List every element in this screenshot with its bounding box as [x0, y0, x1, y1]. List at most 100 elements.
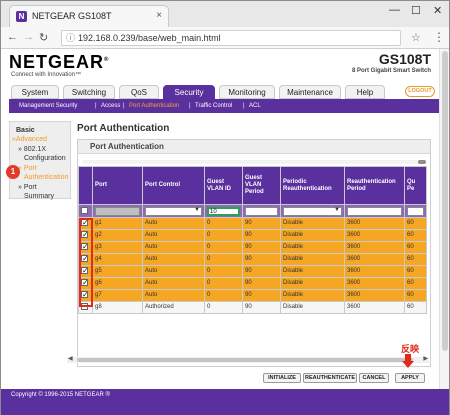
tab-maintenance[interactable]: Maintenance [279, 85, 341, 99]
sidebar-item-port-auth[interactable]: » Port [18, 164, 37, 173]
table-row[interactable]: g7Auto090Disable360060 [78, 289, 427, 302]
filter-guest-vlan-id[interactable]: 10 [204, 204, 243, 218]
tab-monitoring[interactable]: Monitoring [219, 85, 275, 99]
port-control-select[interactable]: ▼ [145, 206, 202, 216]
subnav-traffic-control[interactable]: Traffic Control [195, 103, 232, 109]
logo-tagline: Connect with Innovation™ [11, 72, 82, 78]
reauthenticate-button[interactable]: REAUTHENTICATE [303, 373, 357, 383]
port-auth-table: Port Port Control Guest VLAN ID Guest VL… [78, 166, 427, 314]
periodic-reauth-select[interactable]: ▼ [283, 206, 342, 216]
panel-top-scrollbar[interactable] [82, 160, 426, 164]
minimize-icon[interactable]: — [389, 4, 400, 16]
logout-button[interactable]: LOGOUT [405, 86, 435, 97]
scroll-left-icon[interactable]: ◀ [68, 355, 73, 362]
cancel-button[interactable]: CANCEL [359, 373, 389, 383]
cell-port: g2 [92, 229, 143, 242]
subnav-management-security[interactable]: Management Security [19, 103, 77, 109]
table-row[interactable]: g2Auto090Disable360060 [78, 229, 427, 242]
cell-port: g4 [92, 253, 143, 266]
sidebar-item-port-summary-label[interactable]: Summary [24, 192, 54, 201]
url-field[interactable]: ⓘ 192.168.0.239/base/web_main.html [61, 30, 401, 46]
cell-quiet-period: 60 [404, 265, 427, 278]
sidebar-basic[interactable]: Basic [16, 126, 35, 135]
forward-icon[interactable]: → [23, 31, 34, 43]
page-info-icon[interactable]: ⓘ [66, 31, 75, 45]
subnav-separator: | [95, 103, 97, 109]
tab-security[interactable]: Security [163, 85, 215, 99]
select-all-checkbox[interactable] [81, 207, 88, 215]
netgear-logo: NETGEAR® [9, 52, 109, 73]
tab-switching[interactable]: Switching [63, 85, 115, 99]
subnav-port-authentication[interactable]: Port Authentication [129, 103, 179, 109]
cell-guest-vlan-period: 90 [242, 265, 281, 278]
panel-top-scroll-thumb[interactable] [418, 160, 426, 164]
sidebar-item-port-auth-label[interactable]: Authentication [24, 173, 68, 182]
cell-quiet-period: 60 [404, 217, 427, 230]
cell-periodic-reauth: Disable [280, 241, 345, 254]
filter-port-control[interactable]: ▼ [142, 204, 205, 218]
cell-periodic-reauth: Disable [280, 217, 345, 230]
window-close-icon[interactable]: ✕ [433, 4, 442, 17]
step-marker-1: 1 [6, 165, 20, 179]
guest-vlan-id-input[interactable]: 10 [207, 206, 240, 216]
guest-vlan-period-input[interactable] [245, 206, 278, 216]
back-icon[interactable]: ← [7, 31, 18, 43]
cell-reauth-period: 3600 [344, 241, 405, 254]
cell-reauth-period: 3600 [344, 229, 405, 242]
netgear-favicon-icon: N [16, 11, 27, 22]
cell-guest-vlan-period: 90 [242, 253, 281, 266]
subnav-acl[interactable]: ACL [249, 103, 261, 109]
subnav-access[interactable]: Access [101, 103, 120, 109]
table-row[interactable]: g8 Authorized 0 90 Disable 3600 60 [78, 301, 427, 314]
cell-port-control: Auto [142, 229, 205, 242]
cell-guest-vlan-period: 90 [242, 217, 281, 230]
horizontal-scrollbar[interactable]: ◀ ▶ [67, 355, 429, 363]
reauth-period-input[interactable] [347, 206, 402, 216]
sidebar-item-8021x[interactable]: » 802.1X [18, 145, 46, 154]
filter-periodic[interactable]: ▼ [280, 204, 345, 218]
cell-port-control: Auto [142, 277, 205, 290]
sidebar-item-8021x-config[interactable]: Configuration [24, 154, 66, 163]
subnav-separator: | [189, 103, 191, 109]
table-row[interactable]: g4Auto090Disable360060 [78, 253, 427, 266]
table-row[interactable]: g3Auto090Disable360060 [78, 241, 427, 254]
browser-menu-icon[interactable]: ⋮ [433, 30, 445, 44]
bookmark-star-icon[interactable]: ☆ [411, 31, 421, 44]
tab-system[interactable]: System [11, 85, 59, 99]
cell-reauth-period: 3600 [344, 289, 405, 302]
tab-close-icon[interactable]: × [156, 10, 162, 21]
cell-guest-vlan-id: 0 [204, 277, 243, 290]
apply-button[interactable]: APPLY [395, 373, 425, 383]
col-header-port: Port [92, 166, 143, 205]
tab-help[interactable]: Help [345, 85, 385, 99]
cell-guest-vlan-id: 0 [204, 289, 243, 302]
filter-quiet-period[interactable] [404, 204, 427, 218]
filter-reauth-period[interactable] [344, 204, 405, 218]
sidebar-advanced[interactable]: »Advanced [12, 135, 47, 144]
cell-guest-vlan-id: 0 [204, 241, 243, 254]
reload-icon[interactable]: ↻ [39, 31, 48, 44]
table-row[interactable]: g6Auto090Disable360060 [78, 277, 427, 290]
page-vertical-scroll-thumb[interactable] [442, 51, 448, 351]
cell-guest-vlan-period: 90 [242, 301, 281, 314]
col-header-guest-vlan-id: Guest VLAN ID [204, 166, 243, 205]
col-header-quiet-period: Qu Pe [404, 166, 427, 205]
sidebar-item-port-summary[interactable]: » Port [18, 183, 37, 192]
initialize-button[interactable]: INITIALIZE [263, 373, 301, 383]
cell-periodic-reauth: Disable [280, 301, 345, 314]
quiet-period-input[interactable] [407, 206, 424, 216]
horizontal-scroll-thumb[interactable] [77, 358, 413, 362]
cell-port: g7 [92, 289, 143, 302]
table-row[interactable]: g1Auto090Disable360060 [78, 217, 427, 230]
table-row[interactable]: g5Auto090Disable360060 [78, 265, 427, 278]
scroll-right-icon[interactable]: ▶ [423, 355, 428, 362]
page-vertical-scrollbar[interactable] [439, 49, 449, 389]
maximize-icon[interactable]: ☐ [411, 4, 421, 17]
filter-guest-vlan-period[interactable] [242, 204, 281, 218]
browser-tab[interactable]: N NETGEAR GS108T × [9, 5, 169, 27]
cell-port: g5 [92, 265, 143, 278]
cell-guest-vlan-period: 90 [242, 289, 281, 302]
tab-qos[interactable]: QoS [119, 85, 159, 99]
filter-select-all[interactable] [78, 204, 93, 218]
cell-guest-vlan-period: 90 [242, 277, 281, 290]
